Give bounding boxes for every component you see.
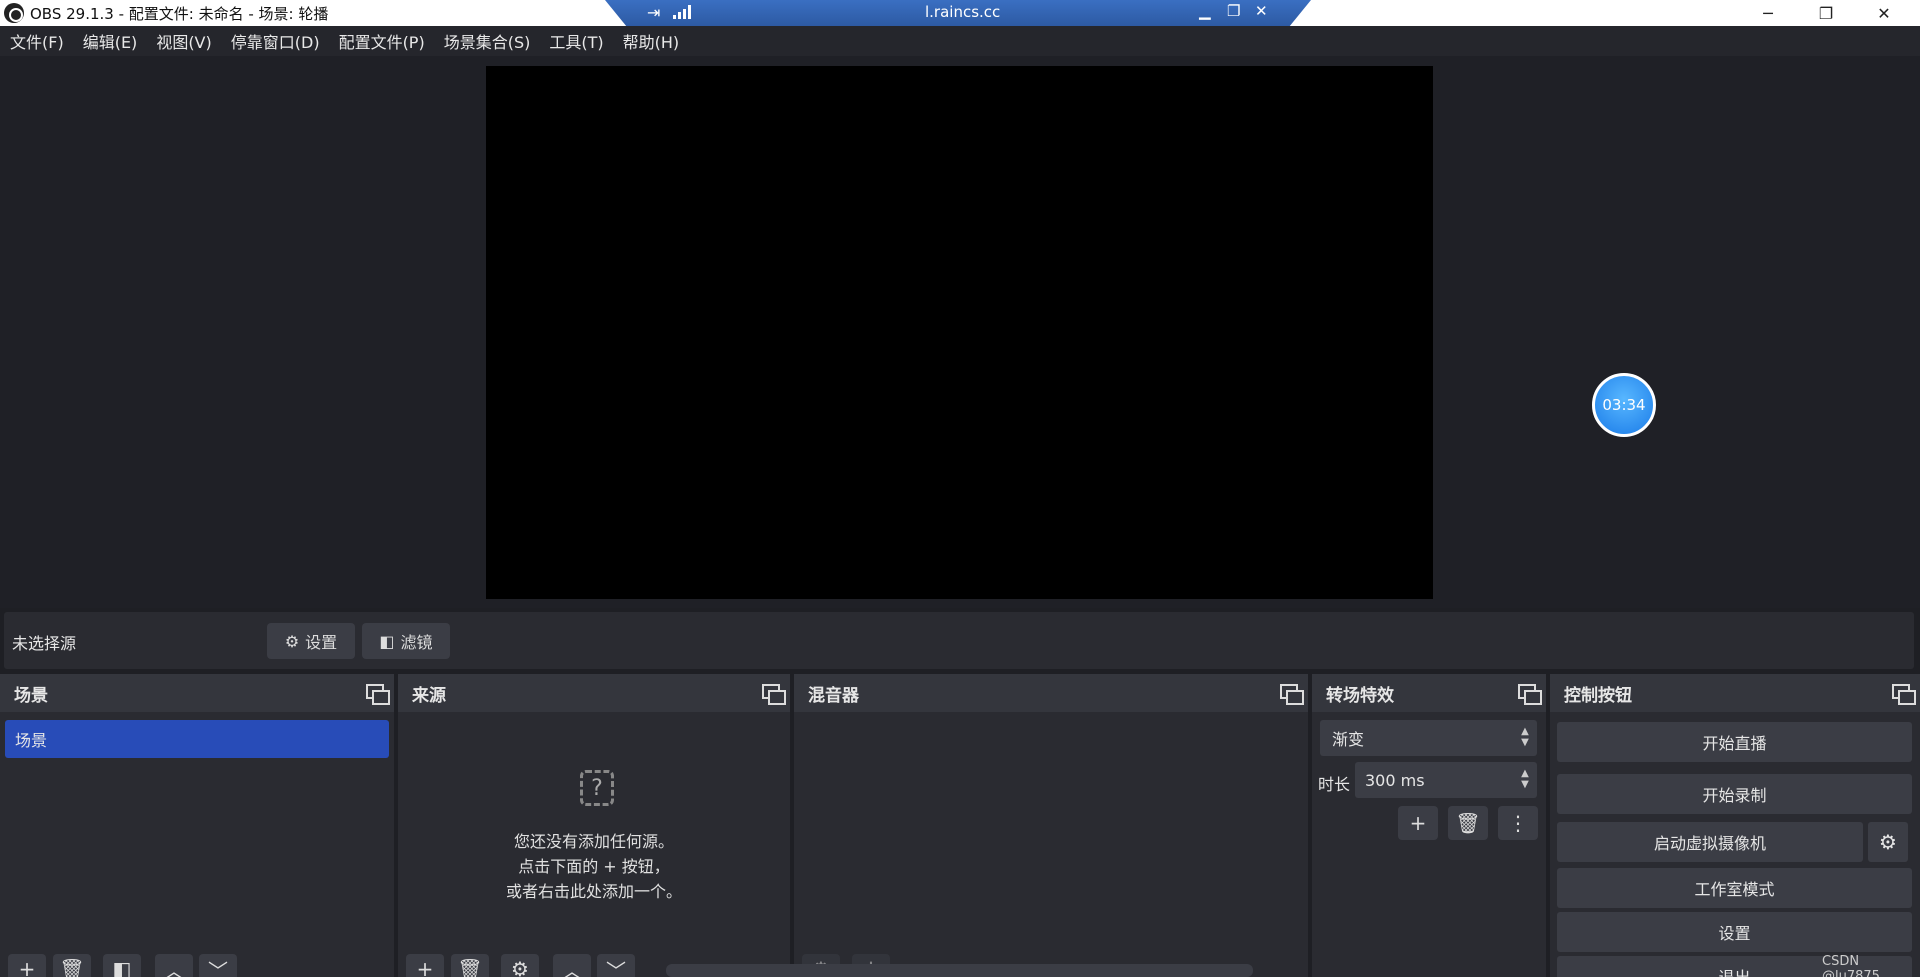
transitions-title: 转场特效 (1326, 685, 1394, 706)
source-toolbar: 未选择源 ⚙ 设置 ◧ 滤镜 (4, 612, 1914, 669)
source-settings-label: 设置 (305, 633, 338, 652)
window-title: OBS 29.1.3 - 配置文件: 未命名 - 场景: 轮播 (30, 4, 329, 23)
controls-dock-header: 控制按钮 (1550, 674, 1920, 712)
empty-line: 您还没有添加任何源。 (513, 832, 674, 851)
menu-file[interactable]: 文件(F) (10, 29, 64, 53)
mixer-dock-header: 混音器 (794, 674, 1308, 712)
watermark: CSDN @lu7875 (1822, 954, 1880, 977)
duration-label: 时长 (1318, 775, 1351, 794)
menu-tools[interactable]: 工具(T) (549, 29, 603, 53)
duration-value: 300 ms (1365, 770, 1425, 790)
stepper-icon[interactable]: ▲ ▼ (1519, 768, 1531, 792)
undock-icon[interactable] (1280, 684, 1304, 705)
no-source-label: 未选择源 (12, 634, 77, 653)
source-filters-button[interactable]: ◧ 滤镜 (362, 623, 450, 659)
sources-dock: 来源 ? 您还没有添加任何源。 点击下面的 + 按钮， 或者右击此处添加一个。 … (398, 674, 790, 977)
close-button[interactable]: ✕ (1856, 0, 1912, 26)
obs-logo-icon (4, 3, 24, 23)
scene-filters-button[interactable]: ◧ (103, 954, 141, 977)
scene-move-down-button[interactable]: ﹀ (199, 954, 237, 977)
add-source-button[interactable]: + (406, 954, 444, 977)
restore-button[interactable]: ❐ (1798, 0, 1854, 26)
menu-scene-collection[interactable]: 场景集合(S) (444, 29, 531, 53)
transition-select-value: 渐变 (1332, 730, 1365, 749)
menu-profile[interactable]: 配置文件(P) (339, 29, 425, 53)
remote-close-button[interactable]: ✕ (1255, 2, 1268, 20)
empty-line: 或者右击此处添加一个。 (505, 882, 682, 901)
gear-icon: ⚙ (284, 631, 300, 651)
filter-icon: ◧ (379, 631, 395, 651)
scenes-dock: 场景 场景 + 🗑 ◧ ︿ ﹀ (0, 674, 394, 977)
add-scene-button[interactable]: + (8, 954, 46, 977)
transitions-dock-header: 转场特效 (1312, 674, 1546, 712)
horizontal-scrollbar[interactable] (666, 964, 1253, 977)
remove-source-button[interactable]: 🗑 (451, 954, 489, 977)
signal-icon (673, 5, 691, 19)
source-move-down-button[interactable]: ﹀ (597, 954, 635, 977)
mixer-dock: 混音器 ⚙ ⋮ (794, 674, 1308, 977)
duration-spinbox[interactable]: 300 ms ▲ ▼ (1355, 762, 1537, 798)
menu-help[interactable]: 帮助(H) (623, 29, 680, 53)
undock-icon[interactable] (762, 684, 786, 705)
question-icon: ? (580, 770, 614, 806)
empty-line: 点击下面的 + 按钮， (518, 857, 670, 876)
mixer-title: 混音器 (808, 685, 859, 706)
transition-menu-button[interactable]: ⋮ (1498, 806, 1538, 840)
menu-view[interactable]: 视图(V) (156, 29, 211, 53)
preview-area: 03:34 (0, 56, 1920, 608)
undock-icon[interactable] (366, 684, 390, 705)
scenes-title: 场景 (14, 685, 48, 706)
minimize-button[interactable]: ─ (1740, 0, 1796, 26)
undock-icon[interactable] (1892, 684, 1916, 705)
source-filters-label: 滤镜 (400, 633, 433, 652)
undock-icon[interactable] (1518, 684, 1542, 705)
menu-edit[interactable]: 编辑(E) (83, 29, 138, 53)
source-properties-button[interactable]: ⚙ (501, 954, 539, 977)
menu-docks[interactable]: 停靠窗口(D) (231, 29, 320, 53)
start-stream-button[interactable]: 开始直播 (1557, 722, 1912, 762)
studio-mode-button[interactable]: 工作室模式 (1557, 868, 1912, 908)
remote-minimize-button[interactable]: ▁ (1199, 2, 1211, 20)
menu-bar: 文件(F) 编辑(E) 视图(V) 停靠窗口(D) 配置文件(P) 场景集合(S… (0, 26, 1920, 56)
pin-icon[interactable]: ⇥ (647, 3, 660, 22)
transitions-dock: 转场特效 渐变 ▲ ▼ 时长 300 ms ▲ ▼ + 🗑 ⋮ (1312, 674, 1546, 977)
settings-button[interactable]: 设置 (1557, 912, 1912, 952)
sources-dock-header: 来源 (398, 674, 790, 712)
remote-restore-button[interactable]: ❐ (1227, 2, 1240, 20)
start-virtualcam-button[interactable]: 启动虚拟摄像机 (1557, 822, 1863, 862)
gear-icon: ⚙ (1879, 830, 1897, 854)
source-settings-button[interactable]: ⚙ 设置 (267, 623, 355, 659)
remote-session-tab[interactable]: ⇥ l.raincs.cc ▁ ❐ ✕ (605, 0, 1311, 26)
timer-badge[interactable]: 03:34 (1592, 373, 1656, 437)
preview-canvas[interactable] (486, 66, 1433, 599)
controls-dock: 控制按钮 开始直播 开始录制 启动虚拟摄像机 ⚙ 工作室模式 设置 退出 (1550, 674, 1920, 977)
remove-transition-button[interactable]: 🗑 (1448, 806, 1488, 840)
virtualcam-settings-button[interactable]: ⚙ (1868, 822, 1908, 862)
scenes-dock-header: 场景 (0, 674, 394, 712)
source-move-up-button[interactable]: ︿ (553, 954, 591, 977)
add-transition-button[interactable]: + (1398, 806, 1438, 840)
transition-select[interactable]: 渐变 ▲ ▼ (1320, 720, 1537, 756)
sources-empty-message: 您还没有添加任何源。 点击下面的 + 按钮， 或者右击此处添加一个。 (398, 829, 790, 904)
scene-move-up-button[interactable]: ︿ (155, 954, 193, 977)
sources-title: 来源 (412, 685, 446, 706)
start-record-button[interactable]: 开始录制 (1557, 774, 1912, 814)
remote-host: l.raincs.cc (925, 3, 1001, 21)
controls-title: 控制按钮 (1564, 685, 1632, 706)
scene-list-item[interactable]: 场景 (5, 720, 389, 758)
remove-scene-button[interactable]: 🗑 (53, 954, 91, 977)
chevron-updown-icon: ▲ ▼ (1521, 726, 1529, 748)
